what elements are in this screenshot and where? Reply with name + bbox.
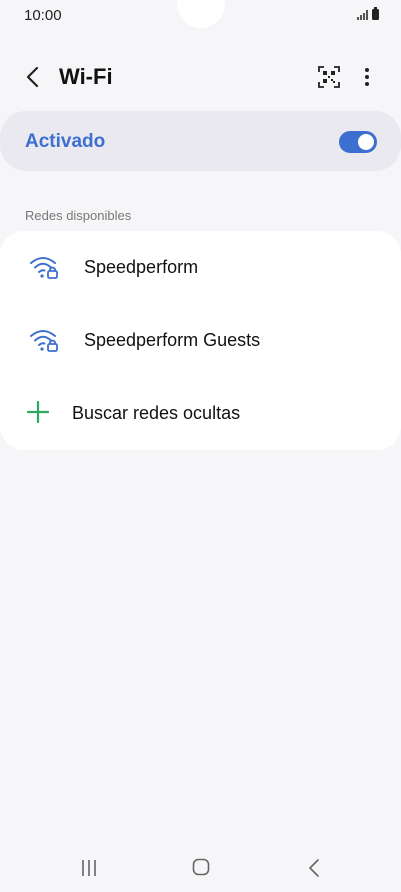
recent-apps-button[interactable] xyxy=(80,859,98,877)
back-button[interactable] xyxy=(20,64,46,90)
wifi-master-switch-row[interactable]: Activado xyxy=(0,111,401,171)
wifi-secured-icon xyxy=(30,330,58,352)
wifi-settings-screen: 10:00 Wi-Fi Activado Redes disponibles S… xyxy=(0,0,401,892)
home-button[interactable] xyxy=(192,858,210,876)
system-navigation-bar xyxy=(0,845,401,892)
wifi-toggle[interactable] xyxy=(339,131,377,153)
master-switch-label: Activado xyxy=(25,131,106,152)
plus-icon xyxy=(27,401,49,423)
camera-notch xyxy=(177,0,225,28)
signal-icon xyxy=(357,10,368,20)
back-arrow-icon xyxy=(309,859,319,877)
more-vertical-icon xyxy=(365,68,369,86)
more-options-button[interactable] xyxy=(358,64,376,90)
add-hidden-network-label: Buscar redes ocultas xyxy=(72,403,241,423)
recent-apps-icon xyxy=(82,860,96,876)
qr-scan-button[interactable] xyxy=(318,66,340,88)
system-back-button[interactable] xyxy=(306,858,322,878)
status-time: 10:00 xyxy=(24,7,62,24)
home-icon xyxy=(192,858,210,876)
network-item[interactable]: Speedperform Guests xyxy=(0,304,401,377)
wifi-secured-icon xyxy=(30,257,58,279)
page-title: Wi-Fi xyxy=(59,64,113,89)
network-item[interactable]: Speedperform xyxy=(0,231,401,304)
app-bar: Wi-Fi xyxy=(0,52,401,102)
networks-list: Speedperform Speedperform Guests Buscar … xyxy=(0,231,401,450)
toggle-knob xyxy=(358,134,374,150)
chevron-left-icon xyxy=(26,66,39,88)
network-name: Speedperform Guests xyxy=(84,330,261,350)
add-hidden-network-button[interactable]: Buscar redes ocultas xyxy=(0,377,401,450)
available-networks-header: Redes disponibles xyxy=(25,208,132,223)
qr-code-scanner-icon xyxy=(318,66,340,88)
network-name: Speedperform xyxy=(84,257,199,277)
status-bar: 10:00 xyxy=(0,0,401,30)
battery-icon xyxy=(372,7,379,20)
status-icons xyxy=(357,7,379,20)
